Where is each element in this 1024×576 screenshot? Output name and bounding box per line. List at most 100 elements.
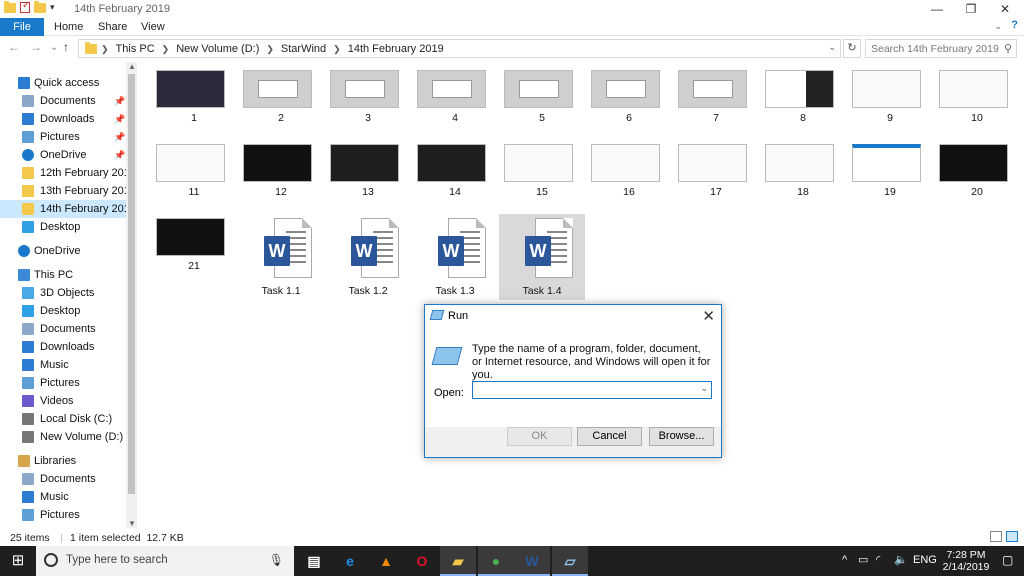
refresh-button[interactable]: ↻ bbox=[843, 39, 861, 58]
new-folder-icon[interactable] bbox=[34, 0, 46, 13]
file-tile[interactable]: W Task 1.4 bbox=[499, 214, 585, 300]
file-tile[interactable]: 15 bbox=[499, 140, 585, 224]
file-tile[interactable]: 5 bbox=[499, 66, 585, 150]
nav-item[interactable]: Documents bbox=[0, 320, 126, 338]
volume-icon[interactable]: 🔈 bbox=[894, 553, 908, 566]
vlc-icon[interactable]: ▲ bbox=[368, 546, 404, 576]
nav-item[interactable]: 14th February 2019 bbox=[0, 200, 136, 218]
run-icon[interactable]: ▱ bbox=[552, 546, 588, 576]
nav-item[interactable]: Pictures bbox=[0, 506, 126, 524]
navigation-scrollbar[interactable]: ▲ ▼ bbox=[126, 62, 137, 528]
word-icon[interactable]: W bbox=[514, 546, 550, 576]
file-tile[interactable]: 2 bbox=[238, 66, 324, 150]
nav-item[interactable]: Local Disk (C:) bbox=[0, 410, 126, 428]
nav-item[interactable]: Documents bbox=[0, 470, 126, 488]
power-icon[interactable]: ▭ bbox=[858, 553, 868, 566]
file-tile[interactable]: 17 bbox=[673, 140, 759, 224]
chrome-icon[interactable]: ● bbox=[478, 546, 514, 576]
start-button[interactable]: ⊞ bbox=[0, 546, 36, 576]
tab-view[interactable]: View bbox=[131, 18, 175, 36]
up-button[interactable]: ↑ bbox=[63, 40, 69, 54]
file-tile[interactable]: 8 bbox=[760, 66, 846, 150]
task-view-icon[interactable]: ▤ bbox=[296, 546, 332, 576]
file-tile[interactable]: 21 bbox=[151, 214, 237, 298]
tab-file[interactable]: File bbox=[0, 18, 44, 36]
tab-share[interactable]: Share bbox=[88, 18, 137, 36]
properties-icon[interactable] bbox=[20, 0, 30, 13]
file-tile[interactable]: 13 bbox=[325, 140, 411, 224]
file-tile[interactable]: 10 bbox=[934, 66, 1020, 150]
file-tile[interactable]: W Task 1.1 bbox=[238, 214, 324, 300]
chevron-up-icon[interactable]: ^ bbox=[842, 554, 847, 566]
file-tile[interactable]: 7 bbox=[673, 66, 759, 150]
ok-button[interactable]: OK bbox=[507, 427, 572, 446]
large-icons-view-icon[interactable] bbox=[1006, 531, 1018, 542]
open-input[interactable] bbox=[473, 382, 693, 398]
file-tile[interactable]: W Task 1.3 bbox=[412, 214, 498, 300]
nav-item[interactable]: 13th February 2019 bbox=[0, 182, 136, 200]
file-tile[interactable]: 20 bbox=[934, 140, 1020, 224]
nav-item[interactable]: Music bbox=[0, 488, 126, 506]
taskbar-search-input[interactable]: Type here to search bbox=[66, 554, 168, 566]
nav-item[interactable]: Downloads 📌 bbox=[0, 110, 126, 128]
file-tile[interactable]: 6 bbox=[586, 66, 672, 150]
network-icon[interactable]: ◜ bbox=[876, 553, 880, 566]
edge-icon[interactable]: e bbox=[332, 546, 368, 576]
file-tile[interactable]: 3 bbox=[325, 66, 411, 150]
run-close-button[interactable]: ✕ bbox=[702, 307, 715, 325]
address-bar[interactable]: ❯ This PC ❯ New Volume (D:) ❯ StarWind ❯… bbox=[78, 39, 841, 58]
file-tile[interactable]: 11 bbox=[151, 140, 237, 224]
minimize-button[interactable]: — bbox=[920, 0, 954, 18]
scroll-up-icon[interactable]: ▲ bbox=[128, 62, 136, 71]
scroll-down-icon[interactable]: ▼ bbox=[128, 519, 136, 528]
action-center-icon[interactable]: ▢ bbox=[1002, 553, 1013, 567]
cancel-button[interactable]: Cancel bbox=[577, 427, 642, 446]
chevron-down-icon[interactable]: ⌄ bbox=[700, 383, 708, 394]
file-tile[interactable]: 19 bbox=[847, 140, 933, 224]
recent-locations-button[interactable]: ⌄ bbox=[50, 42, 58, 53]
nav-item[interactable]: This PC bbox=[0, 266, 126, 284]
nav-item[interactable]: Music bbox=[0, 356, 126, 374]
search-input[interactable]: Search 14th February 2019 bbox=[871, 43, 999, 55]
nav-item[interactable]: Desktop bbox=[0, 218, 126, 236]
clock[interactable]: 7:28 PM 2/14/2019 bbox=[938, 549, 994, 573]
nav-item[interactable]: OneDrive bbox=[0, 242, 126, 260]
nav-item[interactable]: 3D Objects bbox=[0, 284, 126, 302]
nav-item[interactable]: Downloads bbox=[0, 338, 126, 356]
nav-item[interactable]: Pictures 📌 bbox=[0, 128, 126, 146]
back-button[interactable]: ← bbox=[8, 40, 20, 54]
nav-item[interactable]: OneDrive 📌 bbox=[0, 146, 126, 164]
nav-item[interactable]: Desktop bbox=[0, 302, 126, 320]
nav-item[interactable]: 12th February 2019 bbox=[0, 164, 136, 182]
expand-ribbon-icon[interactable]: ⌄ bbox=[994, 21, 1002, 32]
breadcrumb-starwind[interactable]: StarWind bbox=[281, 43, 326, 55]
microphone-icon[interactable]: 🎙 bbox=[269, 553, 284, 567]
nav-item[interactable]: Libraries bbox=[0, 452, 126, 470]
close-button[interactable]: ✕ bbox=[988, 0, 1022, 18]
help-icon[interactable]: ? bbox=[1011, 19, 1018, 31]
file-explorer-icon[interactable]: ▰ bbox=[440, 546, 476, 576]
customize-toolbar-icon[interactable]: ▾ bbox=[50, 2, 55, 13]
file-tile[interactable]: 16 bbox=[586, 140, 672, 224]
language-indicator[interactable]: ENG bbox=[913, 554, 937, 566]
open-combobox[interactable]: ⌄ bbox=[472, 381, 712, 399]
nav-item[interactable]: New Volume (D:) bbox=[0, 428, 126, 446]
browse-button[interactable]: Browse... bbox=[649, 427, 714, 446]
nav-item[interactable]: Documents 📌 bbox=[0, 92, 126, 110]
file-tile[interactable]: W Task 1.2 bbox=[325, 214, 411, 300]
file-tile[interactable]: 18 bbox=[760, 140, 846, 224]
taskbar-search[interactable]: Type here to search 🎙 bbox=[36, 546, 294, 576]
forward-button[interactable]: → bbox=[30, 40, 42, 54]
nav-item[interactable]: Videos bbox=[0, 392, 126, 410]
file-tile[interactable]: 14 bbox=[412, 140, 498, 224]
tab-home[interactable]: Home bbox=[44, 18, 93, 36]
file-tile[interactable]: 4 bbox=[412, 66, 498, 150]
breadcrumb-new-volume[interactable]: New Volume (D:) bbox=[176, 43, 259, 55]
maximize-button[interactable]: ❐ bbox=[954, 0, 988, 18]
scrollbar-thumb[interactable] bbox=[128, 74, 135, 494]
opera-icon[interactable]: O bbox=[404, 546, 440, 576]
file-tile[interactable]: 12 bbox=[238, 140, 324, 224]
address-dropdown-icon[interactable]: ⌄ bbox=[828, 42, 836, 53]
file-tile[interactable]: 1 bbox=[151, 66, 237, 150]
search-box[interactable]: Search 14th February 2019 ⚲ bbox=[865, 39, 1017, 58]
